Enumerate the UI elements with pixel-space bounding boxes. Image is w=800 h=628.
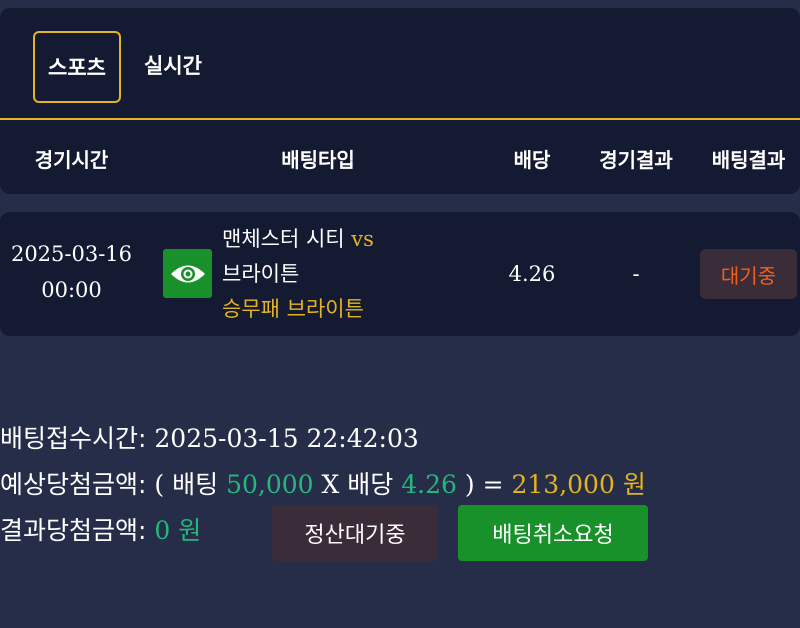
tab-sports[interactable]: 스포츠 (33, 31, 121, 103)
expected-total: 213,000 원 (511, 470, 646, 499)
view-match-button[interactable] (163, 249, 212, 298)
vs-label: vs (351, 227, 374, 251)
bet-amount: 50,000 (226, 470, 314, 499)
result-payout-line: 결과당첨금액: 0 원 (0, 511, 201, 547)
column-header-time: 경기시간 (34, 147, 109, 172)
game-result-value: - (632, 262, 640, 286)
received-label: 배팅접수시간: (0, 424, 147, 453)
match-time: 2025-03-16 00:00 (0, 236, 143, 308)
bet-word: 배팅 (172, 470, 219, 499)
odds-word: 배당 (347, 470, 394, 499)
match-clock: 00:00 (41, 278, 102, 302)
cancel-bet-button[interactable]: 배팅취소요청 (458, 505, 648, 561)
paren-open: ( (154, 470, 165, 499)
result-value: 0 원 (154, 516, 202, 545)
bet-pick: 승무패 브라이튼 (222, 297, 364, 321)
result-label: 결과당첨금액: (0, 516, 147, 545)
bet-history-header-card: 스포츠 실시간 경기시간 배팅타입 배당 경기결과 배팅결과 (0, 8, 800, 194)
away-team: 브라이튼 (222, 262, 300, 286)
column-header-odds: 배당 (513, 147, 551, 172)
column-header-game-result: 경기결과 (599, 147, 673, 172)
received-value: 2025-03-15 22:42:03 (154, 424, 419, 453)
match-info: 맨체스터 시티 vs 브라이튼 승무패 브라이튼 (222, 222, 482, 327)
column-header-bet-type: 배팅타입 (281, 147, 355, 172)
tab-live[interactable]: 실시간 (133, 31, 213, 99)
header-divider (0, 118, 800, 120)
summary-odds-value: 4.26 (401, 470, 457, 499)
settlement-pending-button[interactable]: 정산대기중 (272, 505, 438, 561)
bet-row: 2025-03-16 00:00 맨체스터 시티 vs 브라이튼 승무패 브라이… (0, 212, 800, 336)
received-time-line: 배팅접수시간: 2025-03-15 22:42:03 (0, 419, 419, 455)
status-badge: 대기중 (700, 249, 797, 299)
home-team: 맨체스터 시티 (222, 227, 345, 251)
expected-label: 예상당첨금액: (0, 470, 147, 499)
match-date: 2025-03-16 (10, 242, 133, 266)
eye-icon (170, 265, 205, 282)
odds-value: 4.26 (508, 262, 556, 286)
expected-payout-line: 예상당첨금액: ( 배팅 50,000 X 배당 4.26 ) = 213,00… (0, 465, 646, 501)
paren-close: ) = (464, 470, 504, 499)
multiply-sign: X (321, 470, 340, 499)
column-header-bet-result: 배팅결과 (711, 147, 786, 172)
